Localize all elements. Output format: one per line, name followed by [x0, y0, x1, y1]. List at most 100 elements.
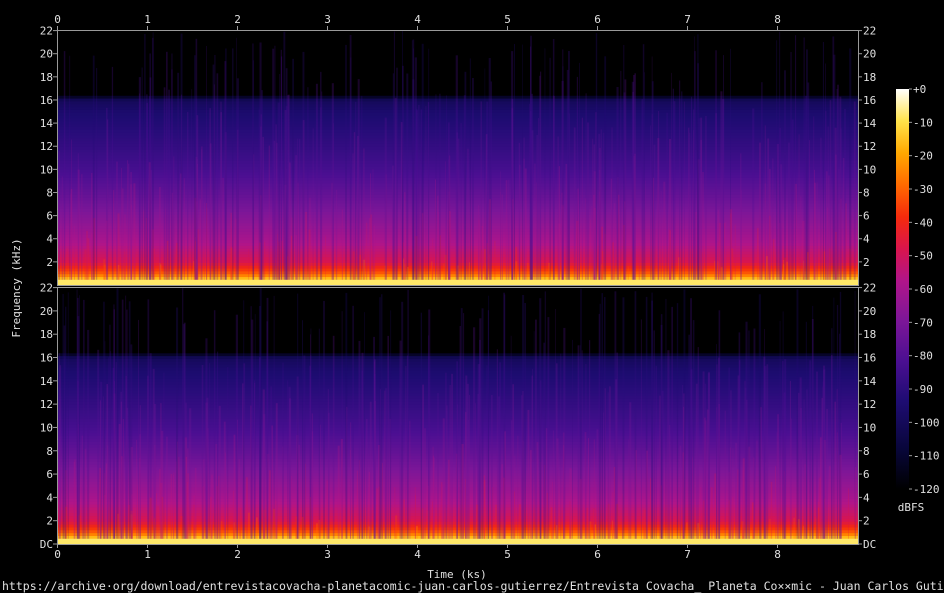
spectral-streak — [500, 171, 501, 285]
spectral-streak — [405, 366, 407, 544]
spectral-streak — [581, 350, 583, 544]
spectral-streak — [535, 319, 537, 544]
spectral-streak — [577, 345, 580, 544]
spectral-streak — [592, 138, 594, 285]
spectral-streak — [173, 472, 175, 544]
y-tick-label-right: 12 — [863, 140, 876, 153]
spectral-streak — [402, 242, 404, 285]
spectral-streak — [849, 248, 851, 285]
spectral-streak — [622, 297, 625, 544]
colorbar-tick-label: -100 — [913, 416, 940, 429]
spectral-streak — [714, 473, 717, 544]
spectral-streak — [70, 189, 73, 285]
x-tick-label-top: 7 — [684, 13, 691, 26]
spectral-streak — [209, 363, 211, 544]
spectral-streak — [153, 248, 156, 285]
spectral-streak — [534, 163, 536, 285]
colorbar-tick-label: -50 — [913, 250, 933, 263]
spectral-streak — [688, 127, 690, 285]
spectral-streak — [165, 208, 167, 285]
spectral-streak — [99, 468, 101, 544]
spectral-streak — [217, 351, 219, 544]
spectral-streak — [573, 127, 576, 285]
spectral-streak — [81, 435, 84, 544]
spectral-streak — [557, 136, 559, 285]
spectral-streak — [486, 365, 488, 544]
y-tick-label-right: 6 — [863, 468, 870, 481]
y-tick-label-right: 22 — [863, 25, 876, 38]
spectral-streak — [459, 326, 461, 544]
spectral-streak — [272, 48, 275, 286]
colorbar-label: dBFS — [898, 501, 925, 514]
spectral-streak — [710, 487, 713, 544]
spectral-streak — [642, 44, 645, 286]
spectral-streak — [565, 163, 568, 285]
spectral-streak — [243, 300, 245, 544]
y-tick-label-right: 2 — [863, 515, 870, 528]
source-url: https://archive·org/download/entrevistac… — [2, 579, 944, 593]
spectral-streak — [412, 79, 415, 286]
spectral-streak — [143, 210, 145, 285]
colorbar-tick-label: -60 — [913, 283, 933, 296]
spectral-streak — [715, 113, 717, 285]
spectral-streak — [543, 342, 545, 544]
y-tick-label-left: 10 — [40, 421, 53, 434]
y-tick-label-left: 20 — [40, 48, 53, 61]
x-tick-label-bottom: 0 — [54, 548, 61, 561]
spectral-streak — [112, 367, 115, 544]
spectral-streak — [784, 70, 786, 285]
spectral-streak — [451, 373, 453, 544]
y-tick-label-left: 10 — [40, 163, 53, 176]
spectral-streak — [424, 428, 426, 544]
spectral-streak — [379, 389, 381, 544]
spectral-streak — [524, 168, 527, 285]
spectral-streak — [533, 331, 535, 544]
spectral-streak — [563, 445, 565, 544]
spectral-streak — [327, 389, 329, 544]
y-tick-label-left: 22 — [40, 282, 53, 295]
spectral-streak — [763, 356, 766, 544]
spectral-streak — [588, 438, 589, 544]
spectral-streak — [527, 409, 530, 544]
spectral-streak — [107, 385, 109, 544]
colorbar-tick-label: -120 — [913, 483, 940, 496]
spectral-streak — [282, 362, 284, 544]
spectral-streak — [845, 203, 847, 285]
x-tick-label-bottom: 4 — [414, 548, 421, 561]
spectral-streak — [195, 38, 198, 285]
y-tick-label-left: 14 — [40, 375, 54, 388]
spectral-streak — [262, 136, 264, 285]
colorbar-tick-label: -20 — [913, 150, 933, 163]
spectral-streak — [848, 488, 849, 544]
spectral-streak — [831, 354, 833, 544]
spectral-streak — [770, 481, 773, 544]
spectral-streak — [544, 48, 546, 285]
spectral-streak — [586, 508, 588, 544]
y-axis-label: Frequency (kHz) — [10, 238, 23, 337]
spectral-streak — [688, 334, 691, 544]
channel-1-spectrogram — [57, 30, 859, 286]
spectral-streak — [717, 241, 720, 285]
colorbar-tick-label: -70 — [913, 316, 933, 329]
spectral-streak — [593, 144, 595, 285]
spectral-streak — [84, 449, 87, 544]
spectral-streak — [705, 116, 707, 285]
spectral-streak — [191, 89, 193, 285]
spectral-streak — [91, 233, 93, 285]
spectral-streak — [679, 80, 681, 285]
spectral-streak — [756, 440, 758, 544]
spectral-streak — [835, 232, 837, 285]
spectral-streak — [136, 439, 137, 544]
spectral-streak — [394, 97, 397, 285]
spectral-streak — [273, 508, 275, 544]
x-tick-label-bottom: 3 — [324, 548, 331, 561]
spectral-streak — [598, 313, 600, 544]
spectral-streak — [585, 198, 587, 285]
spectral-streak — [350, 422, 352, 544]
y-tick-label-right: 20 — [863, 48, 876, 61]
spectral-streak — [457, 404, 459, 544]
spectral-streak — [604, 233, 606, 285]
spectral-streak — [735, 442, 738, 544]
y-tick-label-left: 12 — [40, 398, 53, 411]
y-tick-label-right: 4 — [863, 233, 870, 246]
